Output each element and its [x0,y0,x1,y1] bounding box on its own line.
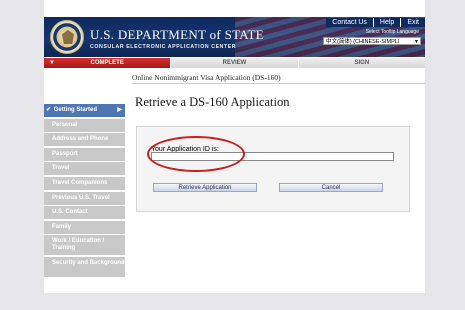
tooltip-language-label: Select Tooltip Language [365,29,419,35]
language-select[interactable]: 中文(简体) (CHINESE-SIMPLI ▼ [323,37,421,45]
step-review: REVIEW [170,58,298,68]
eagle-emblem-icon [62,30,74,44]
step-active-arrow-icon: ▼ [49,60,55,66]
state-department-seal-icon [50,20,84,54]
step-sign: SIGN [297,58,425,68]
sidebar-item-us-contact[interactable]: U.S. Contact [44,206,125,220]
step-review-label: REVIEW [222,60,247,66]
sidebar-item-work-education-training[interactable]: Work / Education / Training [44,235,125,256]
application-id-input[interactable] [151,152,394,161]
exit-link[interactable]: Exit [400,18,425,27]
application-page: U.S. DEPARTMENT of STATE CONSULAR ELECTR… [44,0,425,293]
language-select-value: 中文(简体) (CHINESE-SIMPLI [326,39,400,45]
sidebar-item-travel[interactable]: Travel [44,162,125,176]
progress-steps: ▼ COMPLETE REVIEW SIGN [44,58,425,68]
cancel-button[interactable]: Cancel [279,183,383,192]
sidebar-item-address-and-phone[interactable]: Address and Phone [44,133,125,147]
sidebar-item-travel-companions[interactable]: Travel Companions [44,176,125,190]
sidebar-item-passport[interactable]: Passport [44,147,125,161]
page-title: Retrieve a DS-160 Application [135,95,290,109]
sidebar-item-previous-us-travel[interactable]: Previous U.S. Travel [44,191,125,205]
top-links: Contact Us Help Exit [326,18,425,27]
sidebar-item-label: Getting Started [53,107,98,113]
sidebar-nav: ✔ Getting Started ▶ Personal Address and… [44,104,125,279]
help-link[interactable]: Help [372,18,401,27]
sidebar-item-family[interactable]: Family [44,220,125,234]
breadcrumb: Online Nonimmigrant Visa Application (DS… [132,73,425,84]
retrieve-form: Your Application ID is: Retrieve Applica… [136,126,410,212]
sidebar-item-security-and-background[interactable]: Security and Background [44,256,125,277]
site-title: U.S. DEPARTMENT of STATE [90,27,265,42]
retrieve-application-button[interactable]: Retrieve Application [153,183,257,192]
sidebar-item-getting-started[interactable]: ✔ Getting Started ▶ [44,104,125,117]
chevron-right-icon: ▶ [117,107,122,113]
step-complete-label: COMPLETE [90,60,124,66]
sidebar-item-personal[interactable]: Personal [44,118,125,132]
checkmark-icon: ✔ [46,107,52,113]
dropdown-arrow-icon: ▼ [414,39,419,45]
contact-us-link[interactable]: Contact Us [326,18,373,27]
step-sign-label: SIGN [354,60,370,66]
step-complete: ▼ COMPLETE [44,58,171,68]
site-subtitle: CONSULAR ELECTRONIC APPLICATION CENTER [90,44,237,50]
